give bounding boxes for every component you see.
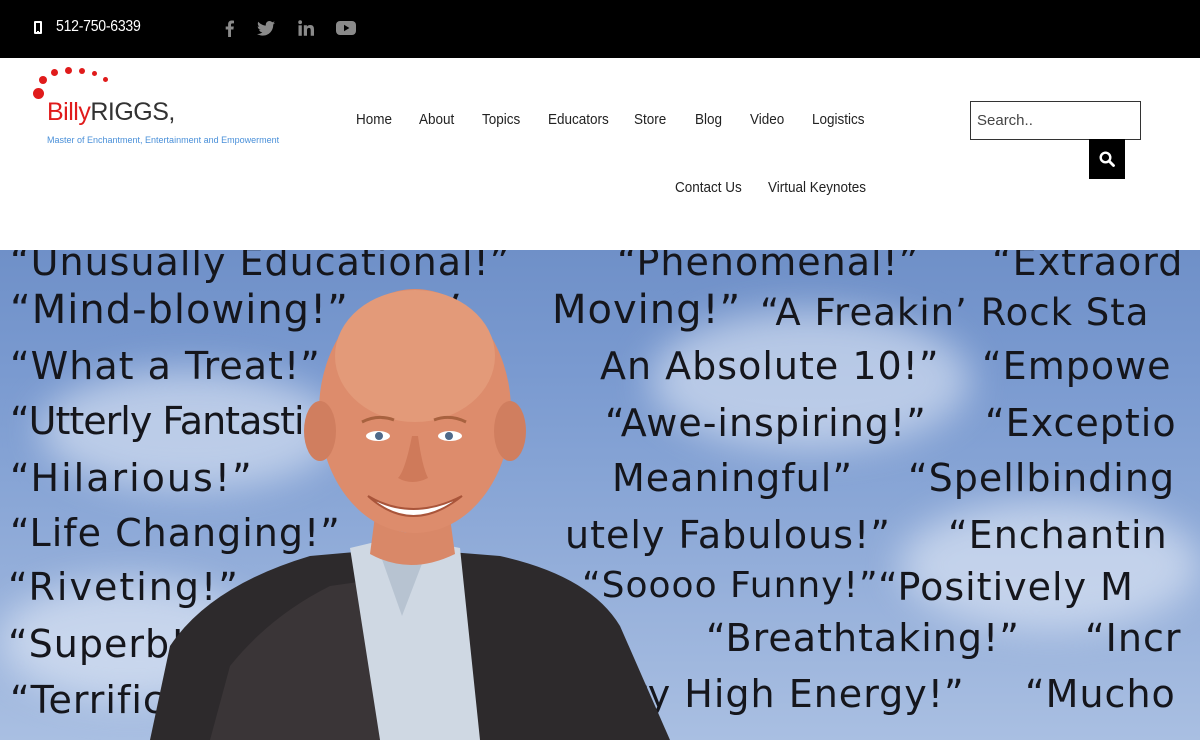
nav-educators[interactable]: Educators xyxy=(548,111,609,128)
nav-virtual-keynotes[interactable]: Virtual Keynotes xyxy=(768,179,866,196)
hero-quote: “Extraord xyxy=(992,250,1184,284)
nav-store[interactable]: Store xyxy=(634,111,666,128)
nav-topics[interactable]: Topics xyxy=(482,111,520,128)
nav-home[interactable]: Home xyxy=(356,111,392,128)
linkedin-icon[interactable] xyxy=(296,17,316,39)
phone-contact[interactable]: 512-750-6339 xyxy=(34,18,152,36)
site-header: BillyRIGGS, Master of Enchantment, Enter… xyxy=(0,58,1200,250)
logo-wordmark: BillyRIGGS, xyxy=(47,98,175,127)
nav-about[interactable]: About xyxy=(419,111,454,128)
search-button[interactable] xyxy=(1089,139,1125,179)
hero-quote: “Incr xyxy=(1085,616,1182,660)
hero-quote: “Spellbinding xyxy=(908,456,1176,500)
hero-quote: “Breathtaking!” xyxy=(706,616,1020,660)
phone-number[interactable]: 512-750-6339 xyxy=(56,18,141,36)
hero-quote: “A Freakin’ Rock Sta xyxy=(760,291,1150,334)
nav-contact-us[interactable]: Contact Us xyxy=(675,179,742,196)
nav-logistics[interactable]: Logistics xyxy=(812,111,865,128)
youtube-icon[interactable] xyxy=(335,17,357,39)
nav-video[interactable]: Video xyxy=(750,111,784,128)
nav-blog[interactable]: Blog xyxy=(695,111,722,128)
hero-quote: “Positively M xyxy=(878,565,1134,609)
site-logo[interactable]: BillyRIGGS, Master of Enchantment, Enter… xyxy=(30,66,310,156)
speaker-portrait xyxy=(150,289,670,740)
mobile-phone-icon xyxy=(34,20,42,34)
hero-banner: “Unusually Educational!” “Phenomenal!” “… xyxy=(0,250,1200,740)
logo-tagline: Master of Enchantment, Entertainment and… xyxy=(47,135,280,145)
top-bar: 512-750-6339 xyxy=(0,0,1200,58)
facebook-icon[interactable] xyxy=(221,17,237,39)
hero-quote: “Unusually Educational!” xyxy=(10,250,511,284)
hero-quote: “Exceptio xyxy=(985,401,1177,445)
twitter-icon[interactable] xyxy=(256,17,276,39)
search-input[interactable] xyxy=(970,101,1141,140)
hero-quote: “Phenomenal!” xyxy=(617,250,920,284)
search-icon xyxy=(1099,151,1115,167)
hero-quote: “Empowe xyxy=(982,344,1172,388)
hero-quote: “Mucho xyxy=(1025,672,1176,716)
logo-first-name: Billy xyxy=(47,98,91,126)
logo-last-name: RIGGS, xyxy=(90,98,175,126)
hero-quote: “Enchantin xyxy=(948,513,1168,557)
